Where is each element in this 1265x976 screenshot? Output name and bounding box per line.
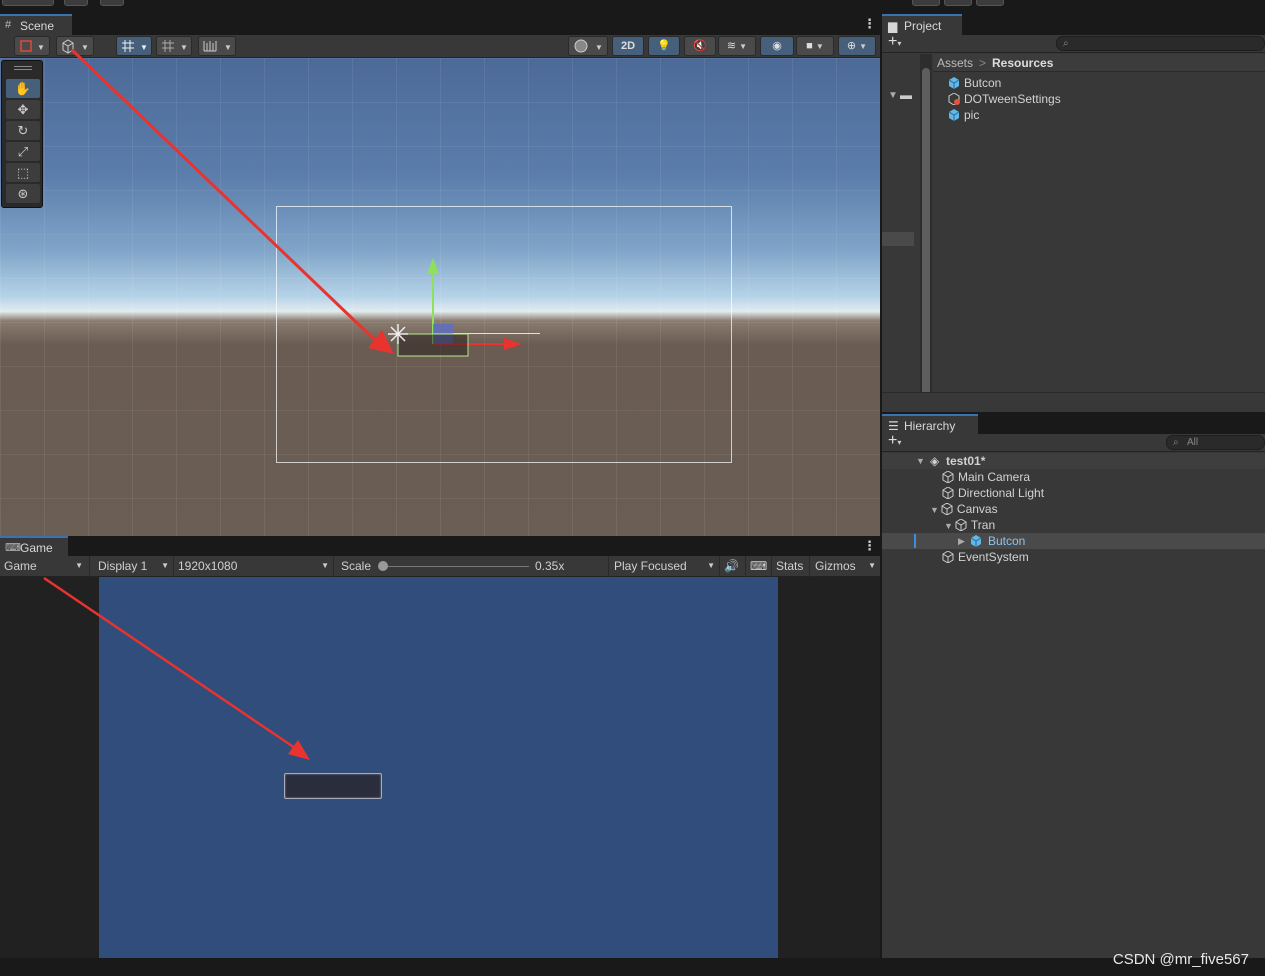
hierarchy-item-label: Butcon	[988, 534, 1026, 548]
breadcrumb-root[interactable]: Assets	[937, 56, 973, 70]
tree-expand-icon[interactable]: ▼	[944, 521, 953, 531]
step-button[interactable]	[976, 0, 1004, 6]
project-tree-scrollbar[interactable]	[920, 54, 932, 410]
search-icon: ⌕	[1063, 38, 1069, 49]
asset-label: Butcon	[964, 76, 1002, 90]
gameobject-cube-icon	[942, 487, 954, 499]
create-plus-icon[interactable]: +▾	[888, 33, 901, 51]
unity-scene-icon: ◈	[930, 454, 940, 468]
folder-open-icon: ▬	[900, 88, 912, 102]
breadcrumb: Assets > Resources	[933, 54, 1265, 72]
hierarchy-item-label: Tran	[970, 518, 996, 532]
gameobject-cube-icon	[941, 503, 953, 515]
right-dock	[882, 14, 1265, 958]
project-toolbar: +▾ ⌕	[882, 33, 1265, 53]
asset-label: DOTweenSettings	[964, 92, 1061, 106]
hierarchy-search-placeholder: All	[1187, 437, 1199, 448]
prefab-cube-icon	[970, 535, 982, 547]
scriptable-object-icon	[948, 93, 960, 105]
scene-root-row[interactable]: ▼ ◈ test01*	[882, 453, 1265, 469]
hierarchy-item[interactable]: EventSystem	[942, 549, 1029, 565]
red-arrow-scene-icon	[70, 48, 382, 347]
tree-expand-icon[interactable]: ▼	[930, 505, 939, 515]
gameobject-cube-icon	[942, 551, 954, 563]
hierarchy-item-label: Main Camera	[958, 470, 1031, 484]
gameobject-cube-icon	[955, 519, 967, 531]
asset-item[interactable]: Butcon	[948, 75, 1001, 91]
hierarchy-item[interactable]: ▼ Tran	[944, 517, 995, 533]
project-tabstrip: ▆ Project	[882, 14, 1265, 35]
play-button[interactable]	[912, 0, 940, 6]
breadcrumb-current[interactable]: Resources	[992, 56, 1053, 70]
tree-expand-icon[interactable]: ▼	[888, 90, 898, 101]
pause-button[interactable]	[944, 0, 972, 6]
scene-name: test01*	[946, 454, 986, 468]
red-arrow-game-icon	[43, 576, 299, 752]
annotation-arrows	[43, 48, 394, 760]
tab-hierarchy-label: Hierarchy	[904, 419, 956, 433]
hierarchy-item[interactable]: Directional Light	[942, 485, 1044, 501]
hierarchy-toolbar: +▾ ⌕ All	[882, 432, 1265, 452]
tree-expand-icon[interactable]: ▼	[916, 453, 925, 469]
hierarchy-search-input[interactable]: ⌕ All	[1166, 435, 1265, 450]
prefab-cube-icon	[948, 77, 960, 89]
tab-project-label: Project	[904, 19, 942, 33]
asset-item[interactable]: DOTweenSettings	[948, 91, 1061, 107]
project-footer	[882, 392, 1265, 410]
breadcrumb-separator: >	[979, 56, 987, 70]
hierarchy-item-selected[interactable]: ▶ Butcon	[882, 533, 1265, 549]
asset-label: pic	[964, 108, 980, 122]
hierarchy-item-label: EventSystem	[958, 550, 1029, 564]
prefab-cube-icon	[948, 109, 960, 121]
hierarchy-item-label: Canvas	[956, 502, 998, 516]
vertical-splitter[interactable]	[880, 14, 882, 958]
csdn-watermark: CSDN @mr_five567	[1112, 951, 1249, 968]
gameobject-cube-icon	[942, 471, 954, 483]
asset-item[interactable]: pic	[948, 107, 979, 123]
tree-collapsed-icon[interactable]: ▶	[958, 533, 965, 549]
hierarchy-item[interactable]: ▼ Canvas	[930, 501, 998, 517]
search-icon: ⌕	[1173, 437, 1179, 448]
hierarchy-item[interactable]: Main Camera	[942, 469, 1030, 485]
hierarchy-item-label: Directional Light	[958, 486, 1045, 500]
tab-project[interactable]: ▆ Project	[882, 14, 962, 35]
hierarchy-tabstrip: ☰ Hierarchy	[882, 412, 1265, 435]
create-plus-icon[interactable]: +▾	[888, 432, 901, 450]
project-search-input[interactable]: ⌕	[1056, 36, 1265, 51]
